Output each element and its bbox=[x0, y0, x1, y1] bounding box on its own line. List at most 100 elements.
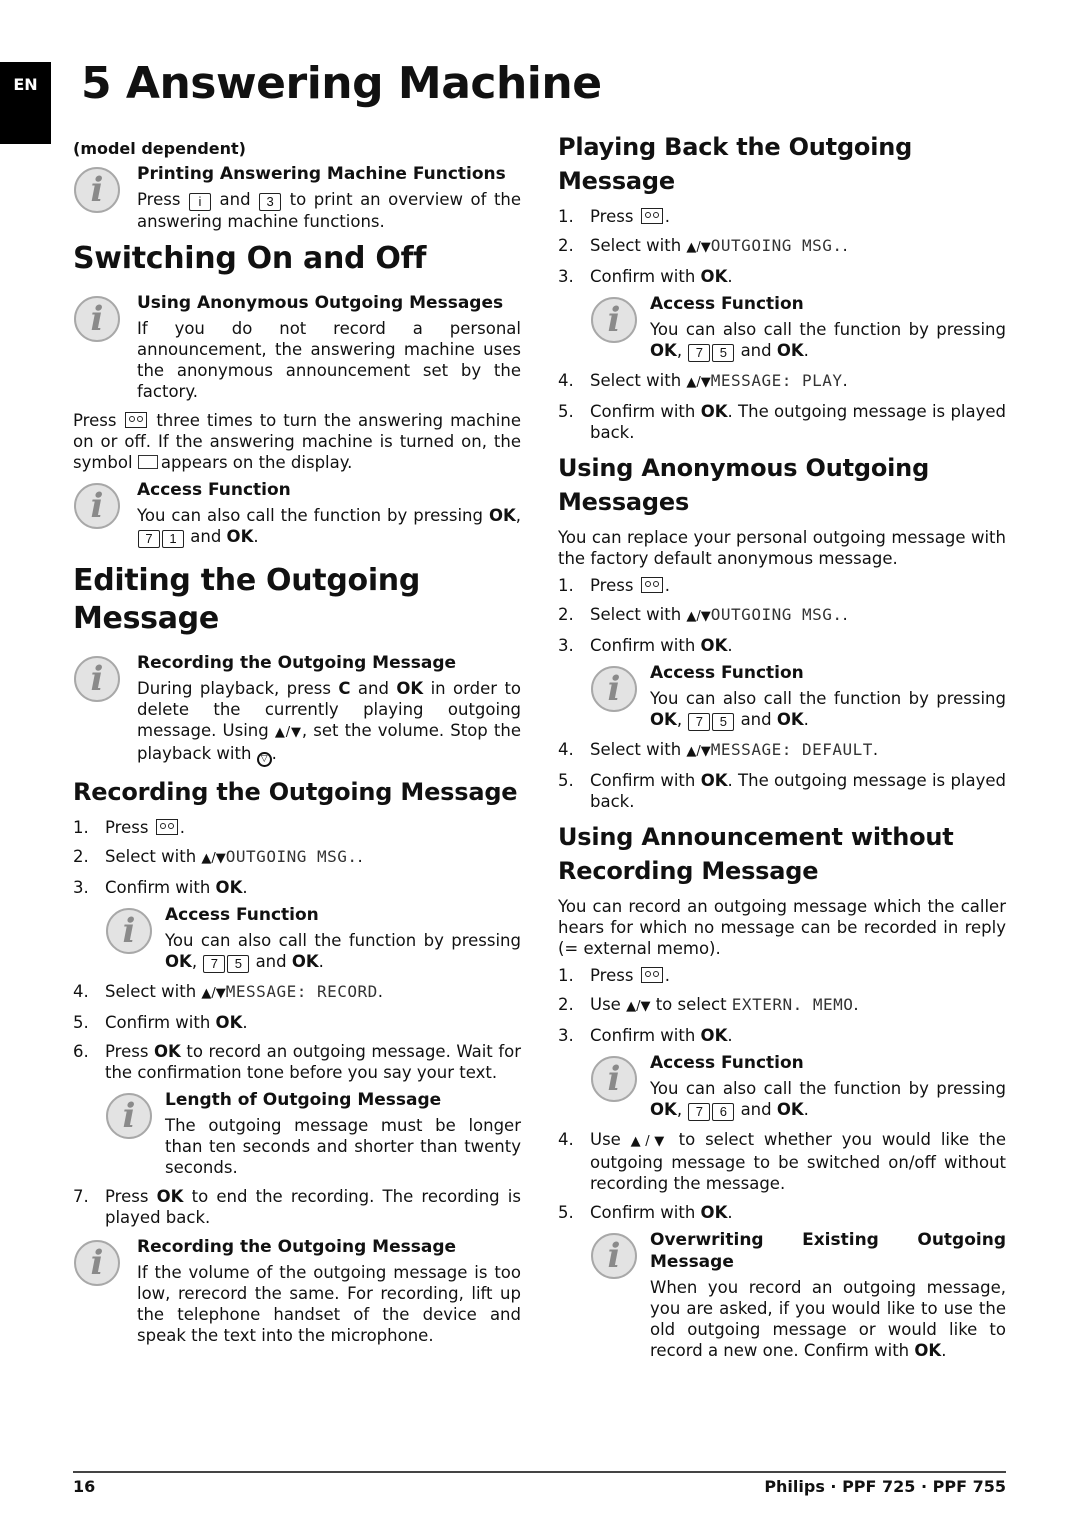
footer-divider bbox=[73, 1471, 1006, 1473]
note-body: You can also call the function by pressi… bbox=[165, 931, 521, 973]
lcd-text: MESSAGE: DEFAULT bbox=[710, 740, 873, 759]
subsection-heading-playing: Playing Back the Outgoing Message bbox=[558, 133, 913, 195]
answering-machine-key-icon bbox=[155, 819, 178, 835]
step: 5. Confirm with OK. bbox=[73, 1013, 248, 1032]
note-title: Using Anonymous Outgoing Messages bbox=[137, 293, 504, 313]
note-body: You can also call the function by pressi… bbox=[650, 1079, 1006, 1121]
up-down-arrows-icon: ▲/▼ bbox=[686, 375, 711, 390]
answering-machine-key-icon bbox=[640, 967, 663, 983]
note-title: Printing Answering Machine Functions bbox=[137, 164, 506, 184]
note-body: The outgoing message must be longer than… bbox=[165, 1116, 521, 1177]
chapter-title: 5 Answering Machine bbox=[81, 58, 602, 109]
note-title: Access Function bbox=[650, 663, 804, 683]
note-body: You can also call the function by pressi… bbox=[650, 689, 1006, 731]
left-column: (model dependent) i Printing Answering M… bbox=[73, 138, 521, 1354]
note-recording-volume: i Recording the Outgoing Message If the … bbox=[73, 1236, 521, 1346]
lcd-text: OUTGOING MSG. bbox=[710, 605, 843, 624]
subsection-heading-recording: Recording the Outgoing Message bbox=[73, 778, 518, 806]
step: 2. Select with ▲/▼OUTGOING MSG.. bbox=[558, 236, 848, 255]
up-down-arrows-icon: ▲/▼ bbox=[686, 609, 711, 624]
step: 2. Select with ▲/▼OUTGOING MSG.. bbox=[73, 847, 363, 866]
note-title: Access Function bbox=[137, 480, 291, 500]
footer-brand: Philips · PPF 725 · PPF 755 bbox=[764, 1477, 1006, 1496]
step: 3. Confirm with OK. i Access Function You… bbox=[558, 267, 1006, 362]
step: 3. Confirm with OK. i Access Function You… bbox=[558, 1026, 1006, 1121]
note-title: Recording the Outgoing Message bbox=[137, 1237, 457, 1257]
language-label: EN bbox=[13, 74, 38, 94]
note-title: Access Function bbox=[650, 1053, 804, 1073]
note-anonymous: i Using Anonymous Outgoing Messages If y… bbox=[73, 292, 521, 402]
note-printing-functions: i Printing Answering Machine Functions P… bbox=[73, 163, 521, 232]
step: 1. Press . bbox=[73, 818, 185, 837]
key-5: 5 bbox=[712, 713, 735, 731]
key-3: 3 bbox=[259, 193, 282, 211]
key-7: 7 bbox=[688, 344, 711, 362]
note-body: When you record an outgoing message, you… bbox=[650, 1278, 1006, 1360]
up-down-arrows-icon: ▲/▼ bbox=[201, 986, 226, 1001]
info-icon: i bbox=[74, 656, 120, 702]
step: 5. Confirm with OK. The outgoing message … bbox=[558, 402, 1007, 442]
info-icon: i bbox=[591, 1233, 637, 1279]
key-1: 1 bbox=[162, 530, 184, 548]
info-icon: i bbox=[74, 483, 120, 529]
note-access-function: i Access Function You can also call the … bbox=[73, 479, 521, 548]
lcd-text: EXTERN. MEMO bbox=[731, 995, 854, 1014]
step: 4. Select with ▲/▼MESSAGE: RECORD. bbox=[73, 982, 384, 1001]
note-body: If the volume of the outgoing message is… bbox=[137, 1263, 521, 1345]
section-heading-switching: Switching On and Off bbox=[73, 241, 427, 276]
key-7: 7 bbox=[203, 955, 226, 973]
anonymous-intro: You can replace your personal outgoing m… bbox=[558, 528, 1006, 568]
subsection-heading-announcement: Using Announcement without Recording Mes… bbox=[558, 823, 954, 885]
note-body: You can also call the function by pressi… bbox=[137, 506, 521, 548]
note-access-function: i Access Function You can also call the … bbox=[590, 293, 1006, 362]
lcd-text: OUTGOING MSG. bbox=[225, 847, 358, 866]
answering-machine-key-icon bbox=[125, 412, 148, 428]
step: 4. Select with ▲/▼MESSAGE: PLAY. bbox=[558, 371, 848, 390]
answering-machine-key-icon bbox=[640, 208, 663, 224]
info-icon: i bbox=[591, 666, 637, 712]
note-access-function: i Access Function You can also call the … bbox=[590, 662, 1006, 731]
announcement-intro: You can record an outgoing message which… bbox=[558, 897, 1006, 958]
step: 1. Press . bbox=[558, 966, 670, 985]
note-title: Recording the Outgoing Message bbox=[137, 653, 457, 673]
page-number: 16 bbox=[73, 1477, 96, 1496]
model-dependent-label: (model dependent) bbox=[73, 139, 246, 158]
answering-machine-symbol-icon bbox=[137, 455, 158, 469]
key-5: 5 bbox=[227, 955, 250, 973]
step: 5. Confirm with OK. The outgoing message … bbox=[558, 771, 1007, 811]
key-7: 7 bbox=[688, 1103, 711, 1121]
step: 3. Confirm with OK. i Access Function You… bbox=[558, 636, 1006, 731]
anonymous-steps: 1. Press . 2. Select with ▲/▼OUTGOING MSG.… bbox=[558, 575, 1006, 812]
switching-paragraph: Press three times to turn the answering … bbox=[73, 411, 521, 472]
answering-machine-key-icon bbox=[640, 577, 663, 593]
up-down-arrows-icon: ▲/▼ bbox=[686, 240, 711, 255]
up-down-arrows-icon: ▲/▼ bbox=[626, 999, 651, 1014]
note-body: During playback, press C and OK in order… bbox=[137, 678, 521, 767]
info-icon: i bbox=[106, 1093, 152, 1139]
step: 5. Confirm with OK. i Overwriting Existin… bbox=[558, 1203, 1006, 1361]
lcd-text: OUTGOING MSG. bbox=[710, 236, 843, 255]
language-tab: EN bbox=[0, 62, 51, 144]
key-7: 7 bbox=[138, 530, 160, 548]
step: 1. Press . bbox=[558, 207, 670, 226]
note-title: Overwriting Existing Outgoing Message bbox=[650, 1230, 1006, 1272]
lcd-text: MESSAGE: RECORD bbox=[225, 982, 378, 1001]
info-icon: i bbox=[74, 1240, 120, 1286]
note-overwriting: i Overwriting Existing Outgoing Message … bbox=[590, 1229, 1006, 1361]
note-title: Access Function bbox=[650, 294, 804, 314]
info-icon: i bbox=[591, 297, 637, 343]
up-down-arrows-icon: ▲/▼ bbox=[201, 851, 226, 866]
note-access-function: i Access Function You can also call the … bbox=[105, 904, 521, 973]
key-5: 5 bbox=[712, 344, 735, 362]
key-i: i bbox=[188, 193, 211, 211]
playing-steps: 1. Press . 2. Select with ▲/▼OUTGOING MSG.… bbox=[558, 206, 1006, 443]
step: 3. Confirm with OK. i Access Function You… bbox=[73, 878, 521, 973]
note-body: Press i and 3 to print an overview of th… bbox=[137, 190, 522, 231]
step: 4. Use ▲/▼ to select whether you would li… bbox=[558, 1130, 1007, 1193]
note-recording-playback: i Recording the Outgoing Message During … bbox=[73, 652, 521, 767]
recording-steps: 1. Press . 2. Select with ▲/▼OUTGOING MSG.… bbox=[73, 817, 521, 1228]
lcd-text: MESSAGE: PLAY bbox=[710, 371, 843, 390]
note-title: Access Function bbox=[165, 905, 319, 925]
step: 1. Press . bbox=[558, 576, 670, 595]
up-down-arrows-icon: ▲/▼ bbox=[630, 1134, 669, 1149]
